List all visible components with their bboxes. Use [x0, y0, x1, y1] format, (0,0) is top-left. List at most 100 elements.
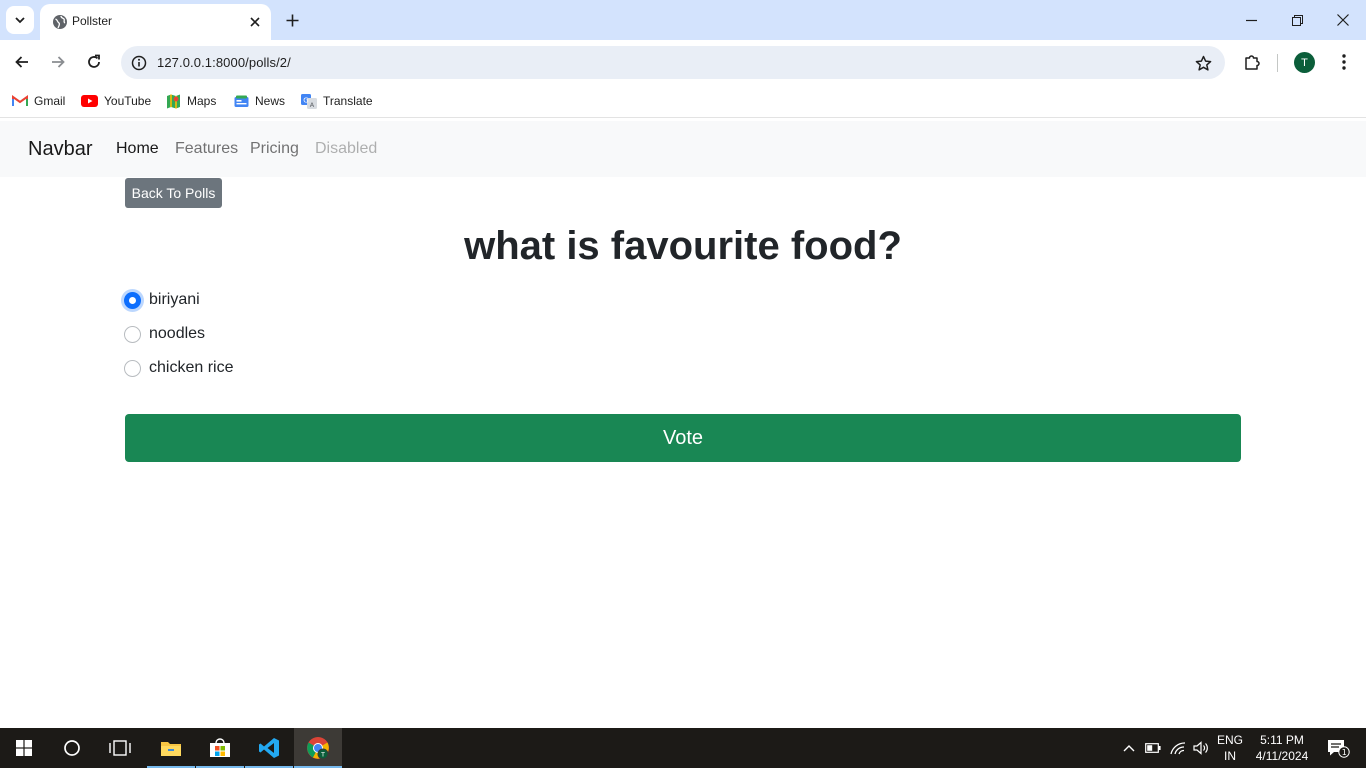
bookmark-gmail[interactable]: Gmail: [12, 91, 65, 111]
windows-taskbar: T ENG IN 5:11 PM 4/11/2024 1: [0, 728, 1366, 768]
volume-button[interactable]: [1190, 728, 1212, 768]
bookmark-maps[interactable]: Maps: [166, 91, 216, 111]
language-indicator: ENG IN: [1217, 732, 1243, 764]
task-view-button[interactable]: [96, 728, 144, 768]
extensions-button[interactable]: [1239, 49, 1265, 75]
choice-label[interactable]: biriyani: [149, 291, 200, 309]
battery-button[interactable]: [1142, 728, 1164, 768]
tab-title: Pollster: [72, 14, 113, 28]
show-hidden-icons-button[interactable]: [1118, 728, 1140, 768]
translate-icon: GA: [301, 93, 317, 109]
input-language-button[interactable]: ENG IN: [1212, 728, 1248, 768]
profile-avatar[interactable]: T: [1294, 52, 1315, 73]
start-button[interactable]: [0, 728, 48, 768]
choice-radio[interactable]: [124, 359, 141, 377]
restore-icon: [1291, 14, 1303, 26]
chrome-icon: T: [307, 737, 329, 760]
url-text[interactable]: 127.0.0.1:8000/polls/2/: [157, 55, 291, 70]
restore-button[interactable]: [1274, 0, 1320, 40]
close-icon: [250, 17, 260, 27]
chevron-down-icon: [15, 17, 25, 24]
browser-tabstrip: Pollster: [0, 0, 1366, 40]
browser-toolbar: 127.0.0.1:8000/polls/2/ T: [0, 40, 1366, 85]
plus-icon: [286, 14, 298, 26]
browser-tab[interactable]: Pollster: [40, 4, 271, 40]
svg-text:A: A: [310, 100, 315, 108]
taskbar-vscode[interactable]: [245, 728, 293, 768]
choice-radio[interactable]: [124, 291, 141, 309]
bookmark-star-button[interactable]: [1193, 53, 1213, 73]
bookmark-label: YouTube: [104, 94, 152, 108]
back-button[interactable]: [8, 48, 36, 76]
toolbar-divider: [1277, 54, 1278, 72]
taskbar-chrome[interactable]: T: [294, 728, 342, 768]
bookmark-label: Translate: [323, 94, 373, 108]
bookmark-youtube[interactable]: YouTube: [81, 91, 151, 111]
star-icon: [1195, 55, 1211, 71]
youtube-icon: [81, 95, 98, 107]
minimize-button[interactable]: [1228, 0, 1274, 40]
taskbar-file-explorer[interactable]: [147, 728, 195, 768]
clock: 5:11 PM 4/11/2024: [1256, 732, 1309, 764]
clock-date: 4/11/2024: [1255, 749, 1309, 763]
speaker-icon: [1192, 741, 1208, 755]
bookmark-news[interactable]: News: [234, 91, 285, 111]
bookmark-label: Gmail: [34, 94, 66, 108]
reload-button[interactable]: [80, 48, 108, 76]
poll-question: what is favourite food?: [464, 224, 902, 268]
site-navbar: Navbar Home Features Pricing Disabled: [0, 121, 1366, 177]
search-button[interactable]: [48, 728, 96, 768]
network-button[interactable]: [1166, 728, 1190, 768]
tab-search-button[interactable]: [6, 6, 34, 34]
bookmark-translate[interactable]: GA Translate: [301, 91, 373, 111]
choice-label[interactable]: chicken rice: [149, 359, 233, 377]
choice-noodles[interactable]: noodles: [124, 324, 205, 344]
more-vertical-icon: [1342, 54, 1346, 70]
address-bar[interactable]: 127.0.0.1:8000/polls/2/: [121, 46, 1225, 79]
globe-icon: [53, 15, 67, 29]
vote-button[interactable]: Vote: [125, 414, 1241, 462]
chevron-up-icon: [1123, 745, 1135, 752]
choice-chicken-rice[interactable]: chicken rice: [124, 358, 233, 378]
notification-count: 1: [1342, 748, 1347, 757]
news-icon: [234, 95, 249, 107]
choice-label[interactable]: noodles: [149, 325, 205, 343]
info-icon: [131, 55, 147, 71]
bookmark-label: News: [255, 94, 286, 108]
nav-link-features[interactable]: Features: [175, 140, 238, 158]
choice-biriyani[interactable]: biriyani: [124, 290, 200, 310]
svg-text:G: G: [303, 96, 308, 104]
nav-link-pricing[interactable]: Pricing: [250, 140, 299, 158]
new-tab-button[interactable]: [280, 8, 304, 32]
clock-time: 5:11 PM: [1260, 733, 1304, 747]
site-info-button[interactable]: [129, 53, 149, 73]
maps-icon: [167, 94, 180, 108]
taskbar-store[interactable]: [196, 728, 244, 768]
nav-link-disabled: Disabled: [315, 140, 378, 157]
close-icon: [1337, 14, 1349, 26]
notification-icon: 1: [1328, 740, 1350, 758]
gmail-icon: [12, 95, 28, 106]
tab-close-button[interactable]: [245, 12, 265, 32]
search-circle-icon: [64, 740, 80, 756]
arrow-right-icon: [52, 56, 65, 68]
bookmark-label: Maps: [187, 94, 217, 108]
reload-icon: [88, 54, 100, 68]
back-to-polls-button[interactable]: Back To Polls: [125, 178, 222, 208]
task-view-icon: [109, 740, 131, 756]
browser-menu-button[interactable]: [1332, 49, 1356, 75]
forward-button[interactable]: [44, 48, 72, 76]
vscode-icon: [259, 738, 279, 758]
puzzle-icon: [1245, 55, 1260, 70]
nav-link-home[interactable]: Home: [116, 140, 159, 158]
navbar-brand[interactable]: Navbar: [28, 138, 92, 161]
folder-icon: [161, 742, 181, 756]
close-window-button[interactable]: [1320, 0, 1366, 40]
arrow-left-icon: [15, 56, 28, 68]
choice-radio[interactable]: [124, 325, 141, 343]
clock-button[interactable]: 5:11 PM 4/11/2024: [1250, 728, 1314, 768]
region-code: IN: [1223, 749, 1236, 763]
minimize-icon: [1245, 19, 1257, 21]
windows-logo-icon: [16, 740, 32, 756]
action-center-button[interactable]: 1: [1318, 728, 1358, 768]
